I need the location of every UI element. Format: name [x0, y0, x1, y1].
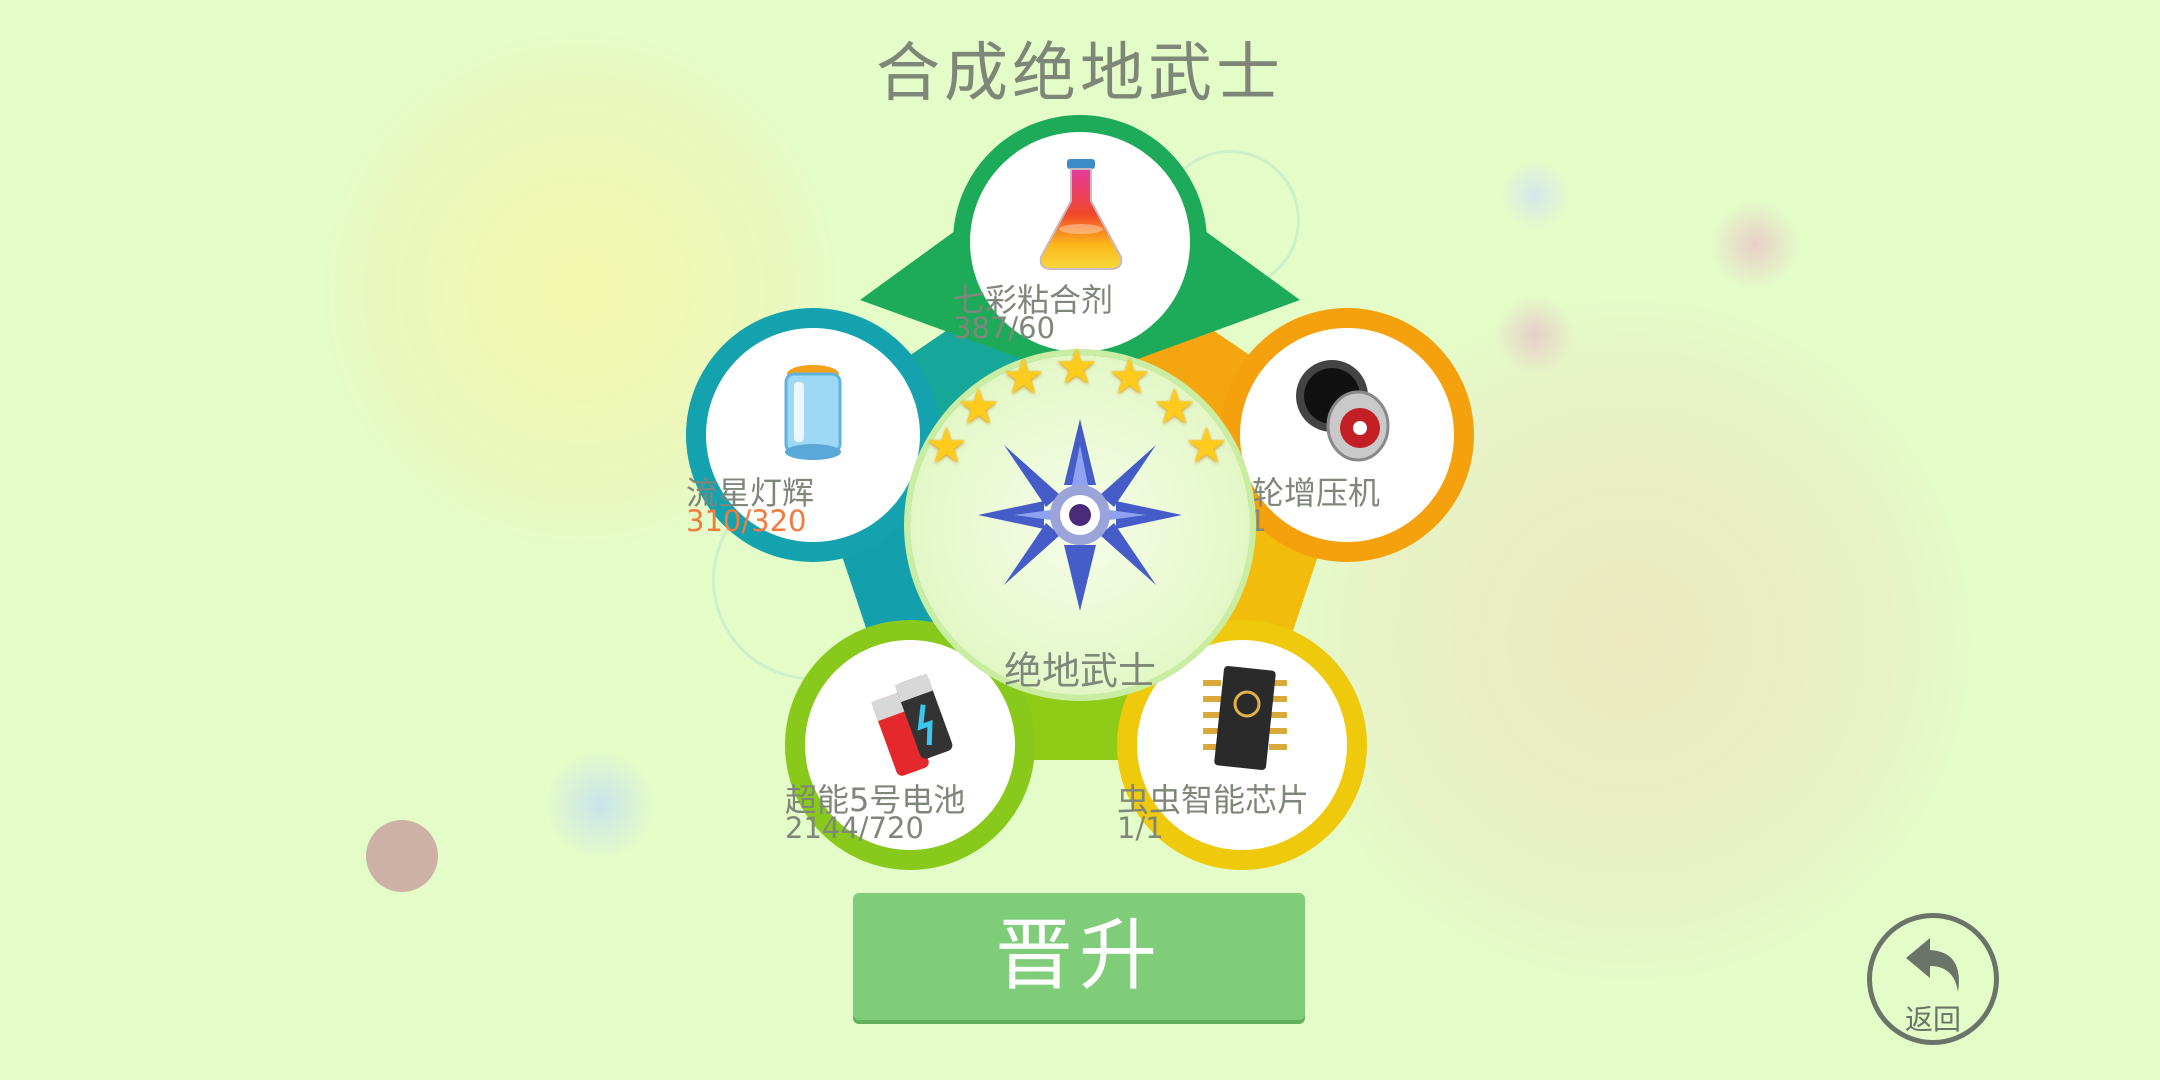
ingredient-slot-left[interactable]: 流星灯辉 310/320	[686, 308, 940, 562]
rank-star: ★	[1002, 349, 1046, 405]
ingredient-slot-top[interactable]: 七彩粘合剂 387/60	[953, 115, 1207, 369]
ingredient-slot-right[interactable]: 涡轮增压机 1/1	[1220, 308, 1474, 562]
rank-star: ★	[1055, 339, 1099, 395]
rank-star: ★	[957, 379, 1001, 435]
ingredient-count: 1/1	[1220, 504, 1474, 538]
crystal-warrior-icon	[978, 419, 1182, 611]
lantern-icon	[784, 365, 842, 460]
rainbow-flask-icon	[1039, 159, 1123, 270]
rank-star: ★	[1108, 349, 1152, 405]
rank-star: ★	[1185, 418, 1229, 474]
back-button[interactable]: 返回	[1867, 913, 1999, 1045]
back-arrow-icon	[1906, 938, 1959, 992]
ingredient-count: 310/320	[686, 504, 807, 538]
ingredient-count: 1/1	[1117, 811, 1164, 845]
back-label: 返回	[1904, 1003, 1961, 1036]
upgrade-button[interactable]: 晋升	[853, 893, 1305, 1020]
result-name: 绝地武士	[1003, 649, 1156, 693]
ingredient-count: 2144/720	[785, 811, 924, 845]
turbo-engine-icon	[1296, 360, 1390, 462]
